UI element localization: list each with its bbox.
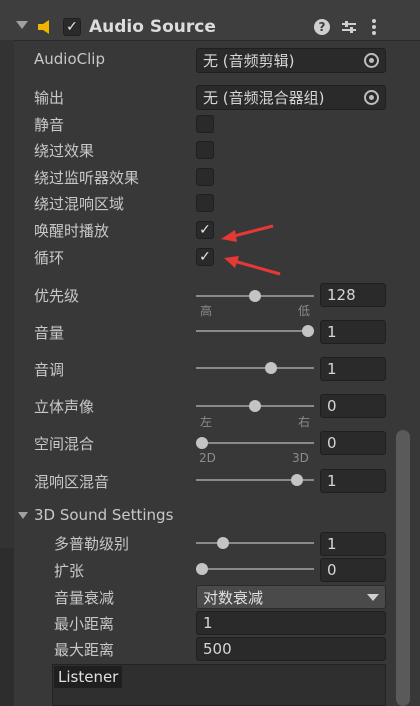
volume-input[interactable]: 1 bbox=[320, 320, 386, 344]
left-gutter-lower bbox=[0, 548, 14, 706]
stereo-pan-max-label: 右 bbox=[298, 415, 311, 429]
pitch-label: 音调 bbox=[34, 361, 65, 379]
min-distance-label: 最小距离 bbox=[54, 615, 115, 633]
scrollbar-thumb[interactable] bbox=[396, 430, 410, 706]
enabled-checkbox[interactable]: ✓ bbox=[63, 18, 81, 36]
mute-checkbox[interactable] bbox=[196, 115, 214, 133]
output-label: 输出 bbox=[34, 89, 65, 107]
audioclip-value: 无 (音频剪辑) bbox=[203, 52, 295, 70]
bypass-reverb-zones-checkbox[interactable] bbox=[196, 194, 214, 212]
priority-max-label: 低 bbox=[298, 304, 311, 318]
more-options-icon[interactable] bbox=[371, 18, 377, 40]
reverb-zone-mix-label: 混响区混音 bbox=[34, 473, 110, 491]
pitch-slider[interactable] bbox=[196, 357, 314, 381]
spread-label: 扩张 bbox=[54, 562, 85, 580]
slider-track bbox=[196, 367, 314, 369]
output-value: 无 (音频混合器组) bbox=[203, 89, 325, 107]
priority-slider[interactable] bbox=[196, 285, 314, 309]
priority-label: 优先级 bbox=[34, 287, 80, 305]
bypass-listener-effects-checkbox[interactable] bbox=[196, 168, 214, 186]
presets-icon[interactable] bbox=[341, 19, 357, 39]
annotation-arrow-icon bbox=[221, 224, 274, 242]
loop-checkbox[interactable]: ✓ bbox=[196, 248, 214, 266]
stereo-pan-label: 立体声像 bbox=[34, 398, 95, 416]
slider-thumb[interactable] bbox=[265, 362, 277, 374]
slider-track bbox=[196, 330, 314, 332]
bypass-reverb-zones-label: 绕过混响区域 bbox=[34, 195, 125, 213]
doppler-level-slider[interactable] bbox=[196, 532, 314, 556]
slider-track bbox=[196, 442, 314, 444]
object-picker-icon[interactable] bbox=[364, 53, 379, 68]
mute-label: 静音 bbox=[34, 116, 65, 134]
bypass-effects-label: 绕过效果 bbox=[34, 142, 95, 160]
chevron-down-icon bbox=[367, 593, 379, 601]
volume-rolloff-value: 对数衰减 bbox=[203, 588, 264, 607]
spatial-blend-min-label: 2D bbox=[199, 451, 216, 465]
stereo-pan-input[interactable]: 0 bbox=[320, 394, 386, 418]
slider-track bbox=[196, 568, 314, 570]
slider-thumb[interactable] bbox=[302, 325, 314, 337]
spatial-blend-max-label: 3D bbox=[292, 451, 309, 465]
component-title: Audio Source bbox=[89, 17, 216, 37]
audioclip-label: AudioClip bbox=[34, 50, 105, 68]
bypass-effects-checkbox[interactable] bbox=[196, 141, 214, 159]
min-distance-input[interactable]: 1 bbox=[196, 611, 386, 635]
volume-slider[interactable] bbox=[196, 320, 314, 344]
doppler-level-input[interactable]: 1 bbox=[320, 532, 386, 556]
doppler-level-label: 多普勒级别 bbox=[54, 535, 130, 553]
listener-label: Listener bbox=[54, 666, 122, 688]
max-distance-label: 最大距离 bbox=[54, 641, 115, 659]
play-on-awake-checkbox[interactable]: ✓ bbox=[196, 221, 214, 239]
spread-slider[interactable] bbox=[196, 558, 314, 582]
bypass-listener-effects-label: 绕过监听器效果 bbox=[34, 169, 140, 187]
object-picker-icon[interactable] bbox=[364, 90, 379, 105]
pitch-input[interactable]: 1 bbox=[320, 357, 386, 381]
priority-input[interactable]: 128 bbox=[320, 283, 386, 307]
play-on-awake-label: 唤醒时播放 bbox=[34, 222, 110, 240]
slider-thumb[interactable] bbox=[291, 474, 303, 486]
reverb-zone-mix-input[interactable]: 1 bbox=[320, 469, 386, 493]
3d-sound-settings-foldout[interactable]: 3D Sound Settings bbox=[34, 506, 173, 524]
spread-input[interactable]: 0 bbox=[320, 558, 386, 582]
foldout-arrow-icon[interactable] bbox=[16, 21, 28, 29]
stereo-pan-min-label: 左 bbox=[200, 415, 213, 429]
loop-label: 循环 bbox=[34, 249, 65, 267]
spatial-blend-input[interactable]: 0 bbox=[320, 431, 386, 455]
volume-label: 音量 bbox=[34, 324, 65, 342]
volume-rolloff-dropdown[interactable]: 对数衰减 bbox=[196, 585, 386, 609]
stereo-pan-slider[interactable] bbox=[196, 395, 314, 419]
foldout-arrow-icon[interactable] bbox=[18, 512, 28, 519]
priority-min-label: 高 bbox=[200, 304, 213, 318]
slider-thumb[interactable] bbox=[249, 400, 261, 412]
audioclip-field[interactable]: 无 (音频剪辑) bbox=[196, 48, 386, 73]
slider-thumb[interactable] bbox=[196, 563, 208, 575]
volume-rolloff-label: 音量衰减 bbox=[54, 589, 115, 607]
audio-source-icon bbox=[37, 18, 55, 40]
reverb-zone-mix-slider[interactable] bbox=[196, 469, 314, 493]
slider-thumb[interactable] bbox=[217, 537, 229, 549]
annotation-arrow-icon bbox=[224, 256, 281, 276]
slider-thumb[interactable] bbox=[249, 290, 261, 302]
output-field[interactable]: 无 (音频混合器组) bbox=[196, 85, 386, 110]
spatial-blend-label: 空间混合 bbox=[34, 435, 95, 453]
max-distance-input[interactable]: 500 bbox=[196, 637, 386, 661]
slider-track bbox=[196, 542, 314, 544]
slider-thumb[interactable] bbox=[196, 437, 208, 449]
help-icon[interactable]: ? bbox=[314, 19, 330, 35]
